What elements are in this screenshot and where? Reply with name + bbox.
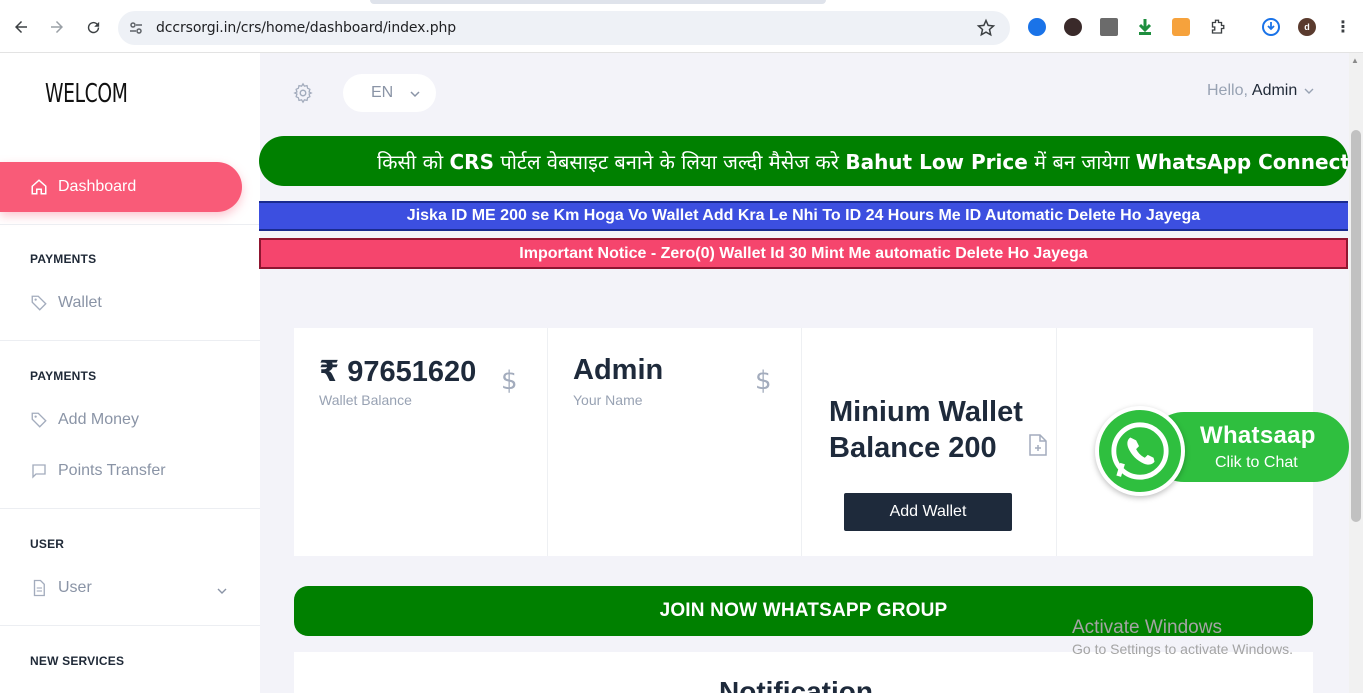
whatsapp-icon[interactable] bbox=[1095, 406, 1185, 496]
section-heading-payments: PAYMENTS bbox=[30, 369, 97, 383]
section-heading-user: USER bbox=[30, 537, 65, 551]
sidebar-item-points-transfer[interactable]: Points Transfer bbox=[30, 462, 166, 480]
download-extension-icon[interactable] bbox=[1136, 18, 1154, 36]
browser-toolbar: dccrsorgi.in/crs/home/dashboard/index.ph… bbox=[0, 0, 1363, 53]
sidebar-item-user[interactable]: User bbox=[30, 579, 92, 597]
back-arrow-icon[interactable] bbox=[10, 16, 32, 38]
forward-arrow-icon[interactable] bbox=[46, 16, 68, 38]
your-name-label: Your Name bbox=[573, 392, 643, 408]
chevron-down-icon bbox=[1304, 88, 1314, 94]
divider bbox=[0, 625, 260, 626]
extension-5-icon[interactable] bbox=[1172, 18, 1190, 36]
sidebar-item-dashboard[interactable]: Dashboard bbox=[0, 162, 242, 212]
wallet-balance-value: ₹ 97651620 bbox=[319, 356, 477, 388]
file-plus-icon bbox=[1029, 434, 1047, 461]
marquee-banner: किसी को CRS पोर्टल वेबसाइट बनाने के लिया… bbox=[259, 136, 1348, 186]
user-name: Admin bbox=[1251, 82, 1298, 99]
browser-tab-edge bbox=[370, 0, 826, 4]
notice-banner-red: Important Notice - Zero(0) Wallet Id 30 … bbox=[259, 238, 1348, 269]
minimum-wallet-text: Minium Wallet Balance 200 bbox=[829, 396, 1023, 464]
extensions-puzzle-icon[interactable] bbox=[1208, 18, 1226, 36]
chevron-down-icon bbox=[410, 91, 420, 98]
sidebar-item-label: User bbox=[58, 579, 92, 596]
scroll-up-arrow-icon[interactable]: ▲ bbox=[1351, 56, 1359, 65]
extension-1-icon[interactable] bbox=[1028, 18, 1046, 36]
profile-avatar-icon[interactable]: d bbox=[1298, 18, 1316, 36]
logo: WELCOM bbox=[45, 79, 128, 109]
url-text[interactable]: dccrsorgi.in/crs/home/dashboard/index.ph… bbox=[156, 20, 456, 36]
wallet-balance-label: Wallet Balance bbox=[319, 392, 412, 408]
marquee-part: किसी को bbox=[377, 150, 450, 174]
bookmark-star-icon[interactable] bbox=[976, 18, 996, 38]
sidebar-item-wallet[interactable]: Wallet bbox=[30, 294, 102, 312]
whatsapp-chat-widget[interactable]: Whatsaap Clik to Chat bbox=[1089, 402, 1349, 500]
dollar-icon: $ bbox=[755, 366, 772, 396]
chevron-down-icon[interactable] bbox=[216, 584, 228, 602]
add-wallet-button[interactable]: Add Wallet bbox=[844, 493, 1012, 531]
activate-windows-title: Activate Windows bbox=[1072, 617, 1222, 638]
notification-title: Notification bbox=[719, 676, 873, 693]
home-icon bbox=[31, 179, 47, 195]
marquee-bold: WhatsApp Connect -620 bbox=[1135, 150, 1348, 174]
section-heading-new-services: NEW SERVICES bbox=[30, 654, 125, 668]
greeting-text: Hello, bbox=[1207, 82, 1248, 99]
chat-icon bbox=[32, 464, 46, 479]
sidebar: WELCOM Dashboard PAYMENTS Wallet PAYMENT… bbox=[0, 53, 260, 693]
divider bbox=[0, 224, 260, 225]
language-value: EN bbox=[371, 84, 394, 101]
your-name-value: Admin bbox=[573, 354, 664, 386]
notification-card: Notification bbox=[294, 652, 1313, 693]
site-settings-icon[interactable] bbox=[128, 20, 144, 36]
sidebar-item-add-money[interactable]: Add Money bbox=[30, 411, 139, 429]
wallet-balance-card: ₹ 97651620 Wallet Balance $ bbox=[294, 328, 548, 556]
downloads-icon[interactable] bbox=[1262, 18, 1280, 36]
language-selector[interactable]: EN bbox=[343, 74, 436, 112]
activate-windows-subtitle: Go to Settings to activate Windows. bbox=[1072, 641, 1293, 657]
marquee-bold: CRS bbox=[449, 150, 494, 174]
extension-2-icon[interactable] bbox=[1064, 18, 1082, 36]
minimum-wallet-card: Minium Wallet Balance 200 Add Wallet bbox=[803, 328, 1057, 556]
whatsapp-title: Whatsaap bbox=[1200, 422, 1316, 449]
whatsapp-subtitle: Clik to Chat bbox=[1215, 454, 1298, 471]
user-menu[interactable]: Hello, Admin bbox=[1207, 82, 1315, 100]
marquee-text: किसी को CRS पोर्टल वेबसाइट बनाने के लिया… bbox=[377, 148, 1348, 175]
gear-icon[interactable] bbox=[292, 82, 314, 104]
address-bar[interactable]: dccrsorgi.in/crs/home/dashboard/index.ph… bbox=[118, 11, 1010, 45]
marquee-bold: Bahut Low Price bbox=[845, 150, 1028, 174]
tag-icon bbox=[31, 412, 47, 428]
sidebar-item-label: Points Transfer bbox=[58, 462, 166, 479]
sidebar-item-label: Add Money bbox=[58, 411, 139, 428]
marquee-part: में बन जायेगा bbox=[1027, 150, 1136, 174]
document-icon bbox=[33, 579, 45, 597]
extension-3-icon[interactable] bbox=[1100, 18, 1118, 36]
notice-banner-blue: Jiska ID ME 200 se Km Hoga Vo Wallet Add… bbox=[259, 201, 1348, 231]
scrollbar-thumb[interactable] bbox=[1351, 130, 1361, 522]
divider bbox=[0, 508, 260, 509]
tag-icon bbox=[31, 295, 47, 311]
divider bbox=[0, 340, 260, 341]
your-name-card: Admin Your Name $ bbox=[548, 328, 802, 556]
browser-menu-icon[interactable]: ⋮ bbox=[1334, 18, 1352, 36]
sidebar-item-label: Wallet bbox=[58, 294, 102, 311]
dollar-icon: $ bbox=[501, 366, 518, 396]
marquee-part: पोर्टल वेबसाइट बनाने के लिया जल्दी मैसेज… bbox=[493, 150, 846, 174]
section-heading-payments: PAYMENTS bbox=[30, 252, 97, 266]
sidebar-item-label: Dashboard bbox=[58, 178, 137, 195]
reload-icon[interactable] bbox=[82, 16, 104, 38]
